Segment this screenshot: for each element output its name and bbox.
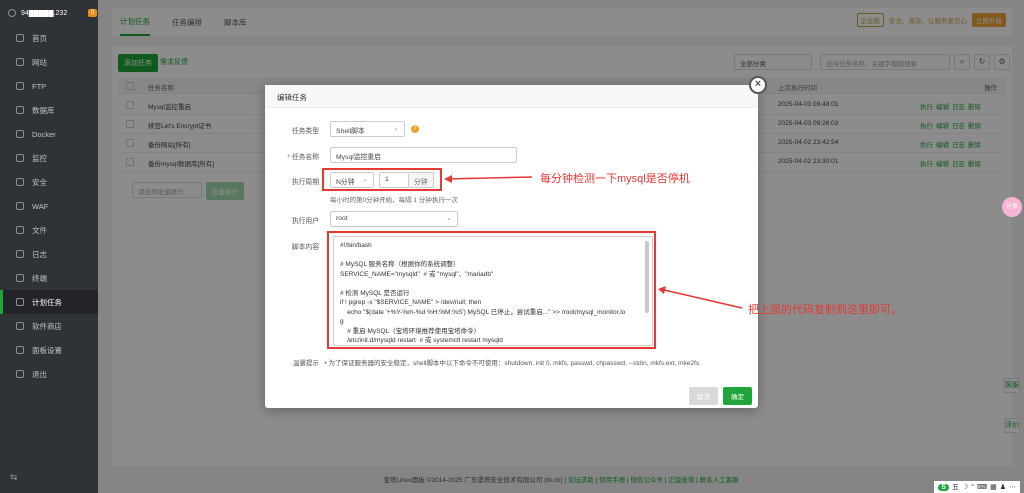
tray-icon[interactable]: 五	[952, 482, 959, 492]
tray-icon[interactable]: ▦	[990, 483, 997, 491]
tray-icon[interactable]: ⌨	[977, 483, 987, 491]
tray-icon[interactable]: ♟	[1000, 483, 1006, 491]
tray-icon[interactable]: °	[971, 484, 974, 491]
system-tray: S 五 ☽ ° ⌨ ▦ ♟ ⋯	[934, 481, 1020, 493]
annotation-arrows	[444, 175, 743, 309]
tray-icon[interactable]: S	[938, 483, 949, 491]
arrow-2	[659, 288, 743, 309]
arrow-1	[445, 176, 533, 180]
tray-icon[interactable]: ⋯	[1009, 483, 1016, 491]
annotation-text-1: 每分钟检测一下mysql是否停机	[540, 173, 690, 185]
annotation-text-2: 把上面的代码复制到这里即可。	[748, 304, 902, 316]
arrow-1-head	[444, 175, 452, 183]
tray-icon[interactable]: ☽	[962, 483, 968, 491]
arrow-2-head	[658, 286, 666, 294]
